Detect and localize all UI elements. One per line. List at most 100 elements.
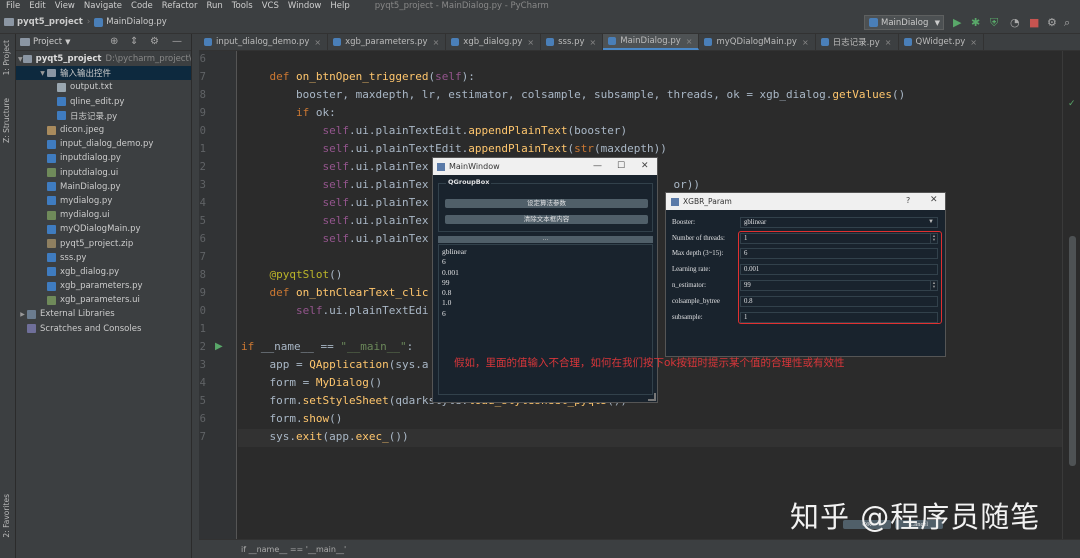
settings-icon[interactable]: ⚙ [1047, 16, 1057, 29]
tree-item[interactable]: mydialog.py [16, 194, 191, 208]
param-spinbox[interactable]: 1 ▲ ▼ [740, 232, 938, 244]
tool-tab-favorites[interactable]: 2: Favorites [2, 494, 11, 538]
tree-item[interactable]: 日志记录.py [16, 109, 191, 123]
close-icon[interactable]: × [802, 38, 809, 47]
tree-item[interactable]: myQDialogMain.py [16, 222, 191, 236]
spin-arrows-icon[interactable]: ▲ ▼ [930, 233, 937, 243]
editor-tab[interactable]: 日志记录.py × [816, 34, 899, 50]
param-input[interactable]: 0.001 [740, 264, 938, 276]
tool-tab-project[interactable]: 1: Project [2, 40, 11, 75]
help-icon[interactable]: ? [906, 196, 910, 205]
editor-tab-label: xgb_parameters.py [345, 37, 428, 47]
tree-root[interactable]: ▼ pyqt5_project D:\pycharm_project\py [16, 52, 191, 66]
panel-splitter[interactable] [191, 34, 199, 558]
tool-tab-structure[interactable]: Z: Structure [2, 98, 11, 143]
menu-item-window[interactable]: Window [288, 1, 322, 11]
close-icon[interactable]: × [686, 37, 693, 46]
editor-tab[interactable]: QWidget.py × [899, 34, 984, 50]
tree-item[interactable]: Scratches and Consoles [16, 322, 191, 336]
tree-item[interactable]: xgb_parameters.ui [16, 293, 191, 307]
menu-item-tools[interactable]: Tools [232, 1, 253, 11]
close-icon[interactable]: ✕ [930, 195, 938, 205]
expand-arrow-icon[interactable]: ▼ [38, 70, 47, 77]
set-params-button[interactable]: 设定算法参数 [445, 199, 648, 208]
project-panel-title[interactable]: Project [33, 37, 62, 47]
coverage-icon[interactable]: ⛨ [990, 16, 998, 30]
breadcrumb-file[interactable]: MainDialog.py [106, 17, 167, 27]
editor-scrollbar[interactable]: ✓ [1062, 51, 1080, 539]
collapse-arrow-icon[interactable]: ▶ [18, 311, 27, 318]
py-file-icon [47, 224, 56, 234]
close-icon[interactable]: × [527, 38, 534, 47]
maximize-icon[interactable]: ☐ [617, 161, 625, 171]
editor-tab[interactable]: sss.py × [541, 34, 604, 50]
collapse-all-icon[interactable]: ⇕ [130, 36, 138, 47]
param-input[interactable]: 6 [740, 248, 938, 260]
close-icon[interactable]: × [433, 38, 440, 47]
param-input[interactable]: 1 [740, 311, 938, 323]
scrollbar-thumb[interactable] [1069, 236, 1076, 466]
menu-item-navigate[interactable]: Navigate [84, 1, 122, 11]
main-window-titlebar[interactable]: MainWindow — ☐ ✕ [433, 158, 657, 175]
plain-text-edit[interactable]: gblinear 6 0.001 99 0.8 1.0 6 [438, 244, 653, 395]
tree-item[interactable]: ▼ 输入输出控件 [16, 66, 191, 81]
gear-icon[interactable]: ⚙ [150, 36, 159, 47]
close-icon[interactable]: × [590, 38, 597, 47]
code-breadcrumb[interactable]: if __name__ == '__main__' [241, 545, 346, 554]
close-icon[interactable]: ✕ [641, 161, 649, 171]
chevron-down-icon[interactable]: ▼ [65, 38, 70, 46]
close-icon[interactable]: × [885, 38, 892, 47]
editor-tab[interactable]: xgb_dialog.py × [446, 34, 542, 50]
spin-arrows-icon[interactable]: ▲ ▼ [930, 280, 937, 290]
locate-icon[interactable]: ⊕ [110, 36, 118, 47]
tree-item[interactable]: pyqt5_project.zip [16, 236, 191, 250]
profile-icon[interactable]: ◔ [1010, 16, 1020, 29]
tree-item[interactable]: MainDialog.py [16, 180, 191, 194]
tree-item[interactable]: qline_edit.py [16, 95, 191, 109]
editor-tab[interactable]: xgb_parameters.py × [328, 34, 447, 50]
resize-grip-icon[interactable] [648, 393, 656, 401]
menu-item-file[interactable]: File [6, 1, 20, 11]
tree-item[interactable]: dicon.jpeg [16, 123, 191, 137]
minimize-icon[interactable]: — [593, 161, 602, 171]
tree-item[interactable]: input_dialog_demo.py [16, 137, 191, 151]
clear-text-button[interactable]: 清除文本框内容 [445, 215, 648, 224]
menu-item-view[interactable]: View [55, 1, 75, 11]
splitter-handle[interactable]: ... [438, 236, 653, 243]
menu-item-refactor[interactable]: Refactor [162, 1, 198, 11]
tree-item[interactable]: sss.py [16, 251, 191, 265]
close-icon[interactable]: × [314, 38, 321, 47]
code-line-36: form.show() [243, 412, 343, 425]
editor-gutter: 16 17 18 19 20 21 22 23 24 25 26 27 28 29 30 31 32 33 34 35… [199, 51, 237, 539]
breadcrumb-project[interactable]: pyqt5_project [17, 17, 83, 27]
menu-item-edit[interactable]: Edit [29, 1, 45, 11]
xgbr-dialog-titlebar[interactable]: XGBR_Param ? ✕ [666, 193, 945, 210]
menu-item-vcs[interactable]: VCS [262, 1, 279, 11]
tree-item[interactable]: xgb_parameters.py [16, 279, 191, 293]
stop-icon[interactable]: ■ [1029, 16, 1039, 29]
close-icon[interactable]: × [970, 38, 977, 47]
tree-item[interactable]: inputdialog.py [16, 151, 191, 165]
line-number: 25 [199, 215, 206, 227]
run-icon[interactable]: ▶ [953, 16, 961, 29]
search-icon[interactable]: ⌕ [1064, 16, 1070, 30]
param-spinbox[interactable]: 99 ▲ ▼ [740, 279, 938, 291]
editor-tab[interactable]: input_dialog_demo.py × [199, 34, 329, 50]
run-configuration-select[interactable]: MainDialog ▼ [864, 15, 944, 30]
booster-combobox[interactable]: gblinear ▼ [740, 216, 938, 228]
tree-item[interactable]: inputdialog.ui [16, 166, 191, 180]
param-input[interactable]: 0.8 [740, 295, 938, 307]
debug-icon[interactable]: ✱ [971, 16, 980, 29]
tree-item[interactable]: output.txt [16, 80, 191, 94]
menu-item-run[interactable]: Run [206, 1, 222, 11]
editor-tab[interactable]: MainDialog.py × [603, 34, 700, 50]
editor-tab[interactable]: myQDialogMain.py × [699, 34, 816, 50]
tree-item[interactable]: xgb_dialog.py [16, 265, 191, 279]
run-gutter-icon[interactable]: ▶ [215, 341, 223, 352]
tree-item[interactable]: mydialog.ui [16, 208, 191, 222]
menu-item-code[interactable]: Code [131, 1, 153, 11]
tree-item[interactable]: ▶ External Libraries [16, 307, 191, 321]
expand-arrow-icon[interactable]: ▼ [18, 56, 23, 63]
hide-icon[interactable]: — [172, 36, 182, 47]
menu-item-help[interactable]: Help [330, 1, 349, 11]
